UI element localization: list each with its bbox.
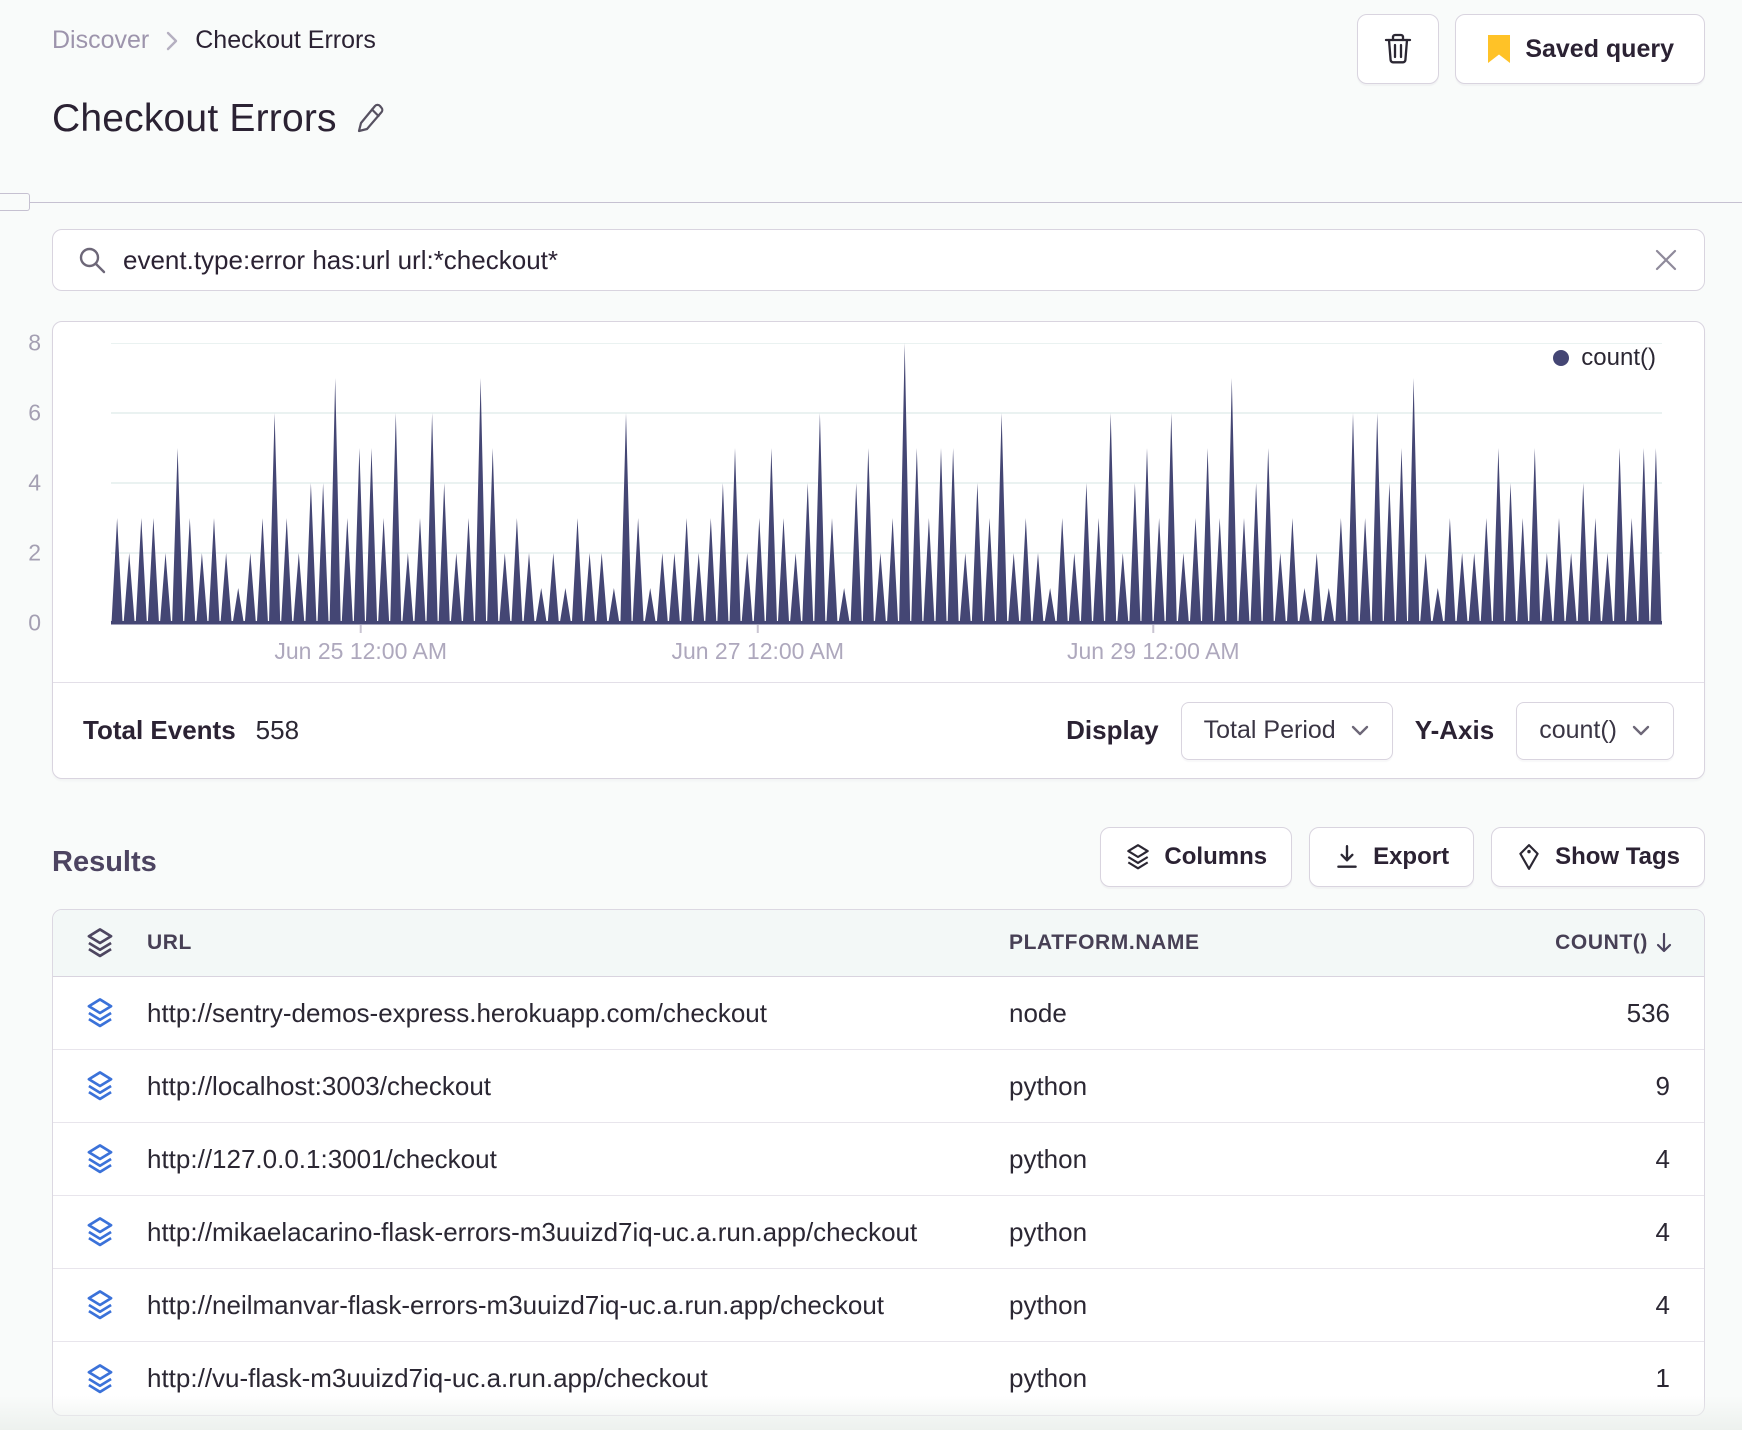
row-url: http://localhost:3003/checkout — [147, 1070, 492, 1101]
table-row[interactable]: http://vu-flask-m3uuizd7iq-uc.a.run.app/… — [53, 1342, 1704, 1415]
stack-icon[interactable] — [53, 927, 147, 959]
results-heading: Results — [52, 846, 157, 878]
show-tags-button[interactable]: Show Tags — [1491, 827, 1705, 887]
page-header: Discover Checkout Errors Saved query Che… — [0, 0, 1742, 211]
row-platform: node — [1009, 997, 1067, 1028]
x-axis-tick-label: Jun 25 12:00 AM — [274, 638, 448, 664]
y-axis-tick-label: 2 — [28, 539, 41, 566]
events-chart-card: count() Jun 25 12:00 AM Jun 27 12:00 AM Ju… — [28, 321, 1705, 779]
row-count: 4 — [1655, 1289, 1670, 1320]
saved-query-button[interactable]: Saved query — [1455, 14, 1705, 84]
export-button-label: Export — [1373, 843, 1450, 870]
breadcrumb-discover-link[interactable]: Discover — [52, 26, 149, 55]
open-stack-icon[interactable] — [53, 1289, 147, 1321]
results-table-header: URL PLATFORM.NAME COUNT() — [53, 910, 1704, 977]
chart-footer: Total Events 558 Display Total Period Y-… — [53, 682, 1704, 778]
table-row[interactable]: http://sentry-demos-express.herokuapp.co… — [53, 977, 1704, 1050]
row-url: http://127.0.0.1:3001/checkout — [147, 1143, 497, 1174]
page-title: Checkout Errors — [52, 97, 337, 140]
display-dropdown-value: Total Period — [1203, 716, 1336, 744]
row-platform: python — [1009, 1216, 1088, 1247]
columns-button[interactable]: Columns — [1100, 827, 1293, 887]
total-events-label: Total Events — [83, 715, 236, 745]
row-url: http://vu-flask-m3uuizd7iq-uc.a.run.app/… — [147, 1363, 708, 1393]
y-axis-label: Y-Axis — [1414, 715, 1495, 745]
column-header-url[interactable]: URL — [147, 931, 1009, 955]
y-axis-tick-label: 0 — [28, 609, 41, 636]
chart-svg — [111, 343, 1662, 633]
tag-icon — [1519, 844, 1539, 870]
column-header-count[interactable]: COUNT() — [1539, 931, 1704, 955]
count-header-label: COUNT() — [1555, 931, 1648, 954]
open-stack-icon[interactable] — [53, 1143, 147, 1175]
events-chart[interactable]: count() Jun 25 12:00 AM Jun 27 12:00 AM Ju… — [28, 322, 1704, 682]
row-platform: python — [1009, 1143, 1088, 1174]
y-axis-tick-label: 4 — [28, 469, 41, 496]
trash-icon — [1385, 33, 1412, 64]
table-row[interactable]: http://127.0.0.1:3001/checkout python 4 — [53, 1123, 1704, 1196]
row-count: 536 — [1626, 997, 1670, 1028]
row-count: 9 — [1655, 1070, 1670, 1101]
table-row[interactable]: http://localhost:3003/checkout python 9 — [53, 1050, 1704, 1123]
y-axis-tick-label: 8 — [28, 329, 41, 356]
columns-button-label: Columns — [1164, 843, 1268, 870]
display-label: Display — [1066, 715, 1159, 745]
show-tags-button-label: Show Tags — [1555, 843, 1680, 870]
y-axis-dropdown-value: count() — [1539, 716, 1617, 744]
delete-query-button[interactable] — [1357, 14, 1440, 84]
chevron-down-icon — [1632, 725, 1650, 735]
table-row[interactable]: http://mikaelacarino-flask-errors-m3uuiz… — [53, 1196, 1704, 1269]
open-stack-icon[interactable] — [53, 997, 147, 1029]
x-axis-tick-label: Jun 29 12:00 AM — [1066, 638, 1240, 664]
row-url: http://sentry-demos-express.herokuapp.co… — [147, 997, 767, 1028]
sidebar-collapse-tab[interactable] — [0, 193, 30, 211]
chevron-right-icon — [163, 28, 181, 54]
saved-query-label: Saved query — [1525, 34, 1674, 63]
download-icon — [1337, 845, 1357, 868]
sort-desc-arrow-icon — [1656, 932, 1672, 953]
open-stack-icon[interactable] — [53, 1070, 147, 1102]
display-dropdown[interactable]: Total Period — [1180, 701, 1393, 760]
y-axis-tick-label: 6 — [28, 399, 41, 426]
search-bar — [52, 229, 1705, 291]
open-stack-icon[interactable] — [53, 1363, 147, 1395]
export-button[interactable]: Export — [1309, 827, 1475, 887]
x-axis-line — [111, 621, 1662, 625]
chevron-down-icon — [1351, 725, 1368, 735]
row-url: http://neilmanvar-flask-errors-m3uuizd7i… — [147, 1289, 885, 1320]
chart-plot-area[interactable]: Jun 25 12:00 AM Jun 27 12:00 AM Jun 29 12:… — [111, 343, 1662, 664]
row-count: 1 — [1655, 1363, 1670, 1393]
table-row[interactable]: http://neilmanvar-flask-errors-m3uuizd7i… — [53, 1269, 1704, 1342]
open-stack-icon[interactable] — [53, 1216, 147, 1248]
stack-icon — [1127, 844, 1150, 870]
bookmark-icon — [1488, 35, 1511, 63]
row-count: 4 — [1655, 1143, 1670, 1174]
x-axis-tick-label: Jun 27 12:00 AM — [671, 638, 845, 664]
edit-title-pencil-icon[interactable] — [353, 101, 387, 137]
row-platform: python — [1009, 1289, 1088, 1320]
results-table: URL PLATFORM.NAME COUNT() http://sentry-… — [52, 909, 1705, 1416]
breadcrumb-current: Checkout Errors — [195, 26, 376, 54]
search-input[interactable] — [123, 244, 1636, 276]
row-platform: python — [1009, 1363, 1088, 1393]
y-axis-dropdown[interactable]: count() — [1516, 701, 1674, 760]
column-header-platform[interactable]: PLATFORM.NAME — [1009, 931, 1539, 955]
clear-search-icon[interactable] — [1652, 246, 1680, 274]
row-url: http://mikaelacarino-flask-errors-m3uuiz… — [147, 1216, 918, 1247]
total-events-value: 558 — [255, 715, 300, 745]
search-icon — [77, 245, 107, 275]
row-count: 4 — [1655, 1216, 1670, 1247]
row-platform: python — [1009, 1070, 1088, 1101]
